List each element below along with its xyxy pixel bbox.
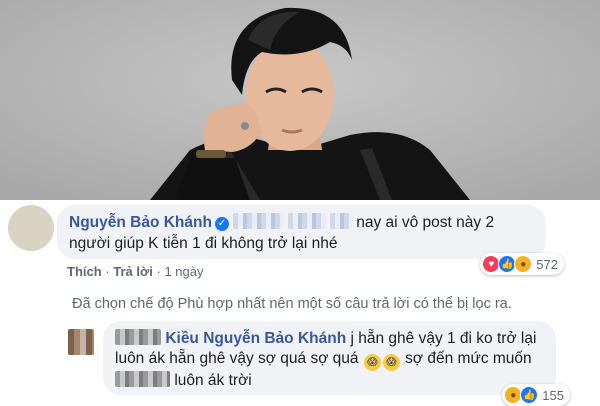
mention-link[interactable]: Nguyễn Bảo Khánh: [203, 330, 346, 347]
scream-emoji-icon: 😱: [382, 354, 400, 371]
care-reaction-icon: ●: [514, 255, 533, 273]
verified-badge-icon: ✓: [214, 217, 229, 231]
action-separator: ·: [156, 264, 161, 279]
blurred-text: [287, 213, 326, 229]
comment-reactions[interactable]: ♥ 👍 ● 572: [480, 253, 564, 275]
comment-line-1: Nguyễn Bảo Khánh ✓ nay ai vô post này 2: [69, 213, 494, 232]
action-separator: ·: [105, 264, 110, 279]
reaction-count: 155: [542, 387, 564, 403]
reply-reactions[interactable]: ● 👍 155: [502, 384, 570, 406]
reply-link[interactable]: Trả lời: [113, 264, 153, 279]
reply-text-part: sợ đến mức muốn: [405, 350, 532, 367]
post-photo[interactable]: [0, 0, 600, 200]
like-reaction-icon: 👍: [520, 386, 539, 404]
comment-author-link[interactable]: Nguyễn Bảo Khánh: [69, 214, 212, 231]
like-link[interactable]: Thích: [67, 264, 102, 279]
blurred-text: [233, 213, 284, 229]
blurred-text: [329, 213, 352, 229]
blurred-text: [115, 371, 170, 387]
commenter-avatar[interactable]: [8, 205, 54, 251]
filter-notice: Đã chọn chế độ Phù hợp nhất nên một số c…: [72, 296, 512, 312]
reply-author-link[interactable]: Kiều: [165, 330, 199, 347]
scream-emoji-icon: 😱: [363, 354, 381, 371]
comment-line-2: người giúp K tiễn 1 đi không trở lại nhé: [69, 235, 338, 252]
photo-illustration: [0, 0, 600, 200]
reply-bubble: Kiều Nguyễn Bảo Khánh j hẵn ghê vậy 1 đi…: [103, 321, 556, 395]
reply-avatar[interactable]: [68, 329, 94, 355]
reply-line-1: Kiều Nguyễn Bảo Khánh j hẵn ghê vậy 1 đi…: [115, 329, 536, 348]
comment-text-part: nay ai vô post này 2: [356, 214, 495, 231]
reply-text-part: luôn ák trời: [174, 372, 252, 389]
reply-line-2: luôn ák hẵn ghê vậy sợ quá sợ quá 😱 😱 sợ …: [115, 350, 532, 371]
comment-bubble: Nguyễn Bảo Khánh ✓ nay ai vô post này 2 n…: [57, 205, 546, 259]
reply-text-part: j hẵn ghê vậy 1 đi ko trở lại: [350, 330, 537, 347]
comments-section: Nguyễn Bảo Khánh ✓ nay ai vô post này 2 n…: [0, 200, 600, 406]
reply-text-part: luôn ák hẵn ghê vậy sợ quá sợ quá: [115, 350, 359, 367]
reaction-count: 572: [536, 256, 558, 272]
blurred-text: [115, 329, 161, 345]
reply-line-3: luôn ák trời: [115, 371, 252, 390]
comment-timestamp[interactable]: 1 ngày: [164, 264, 203, 279]
comment-actions: Thích · Trả lời · 1 ngày: [67, 264, 204, 279]
